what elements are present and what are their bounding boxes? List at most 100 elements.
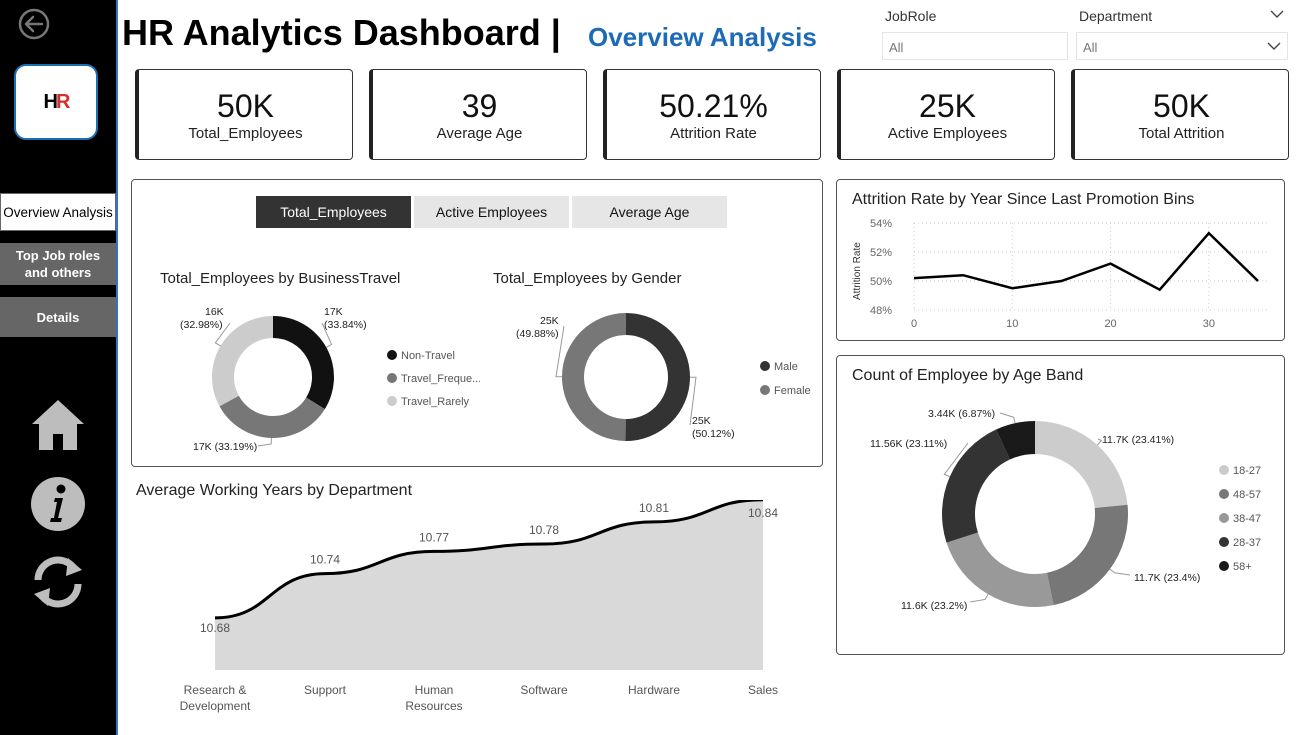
data-label: 10.68 [200,621,230,635]
chevron-down-icon[interactable] [1267,41,1281,51]
legend-swatch [1219,561,1229,571]
area-fill [215,500,763,670]
legend-label: Travel_Freque... [401,373,480,385]
tab-active-employees[interactable]: Active Employees [414,196,569,228]
legend-label: Non-Travel [401,350,455,362]
nav-top-job-roles-label: Top Job roles and others [15,248,101,280]
nav-overview-analysis[interactable]: Overview Analysis [0,193,116,231]
chevron-down-icon[interactable] [1270,9,1284,19]
leader-line [1097,438,1103,446]
data-label: (32.98%) [180,319,223,331]
leader-line [969,594,989,603]
legend-swatch [760,385,770,395]
legend-label: 58+ [1233,561,1252,573]
dashboard-root: HR Overview Analysis Top Job roles and o… [0,0,1298,735]
legend-swatch [1219,465,1229,475]
company-logo: HR [14,64,98,140]
back-arrow-icon[interactable] [17,7,51,41]
x-category-label: Research & [184,683,247,697]
business-travel-legend: Non-Travel Travel_Freque... Travel_Rarely [387,350,480,408]
x-category-label: Resources [405,699,462,713]
legend-swatch [1219,513,1229,523]
tab-label: Average Age [609,204,690,220]
donut-slice[interactable] [942,429,1010,543]
working-years-chart-title: Average Working Years by Department [136,482,413,499]
legend-swatch [760,361,770,371]
tab-average-age[interactable]: Average Age [572,196,727,228]
donut-slice[interactable] [1046,504,1128,606]
legend-label: 48-57 [1233,489,1261,501]
y-tick-label: 50% [870,276,892,288]
gender-chart-title: Total_Employees by Gender [493,270,682,287]
kpi-value: 50K [217,88,274,124]
page-title: HR Analytics Dashboard | [122,12,561,53]
data-label: 10.74 [310,553,340,567]
y-tick-label: 48% [870,305,892,317]
kpi-total-employees: 50K Total_Employees [135,69,353,160]
leader-line [999,412,1016,424]
donut-slice[interactable] [946,532,1054,607]
page-subtitle: Overview Analysis [588,22,817,52]
nav-top-job-roles[interactable]: Top Job roles and others [0,243,116,285]
refresh-icon[interactable] [28,552,88,612]
leader-line [257,437,272,447]
legend-swatch [1219,489,1229,499]
department-filter-value: All [1083,40,1098,55]
legend-swatch [387,373,397,383]
legend-label: Female [774,385,811,397]
sidebar: HR Overview Analysis Top Job roles and o… [0,0,116,735]
data-label: 11.56K (23.11%) [870,438,947,450]
x-tick-label: 20 [1104,318,1116,330]
nav-overview-analysis-label: Overview Analysis [3,204,113,220]
data-label: 17K (33.19%) [193,441,257,453]
y-tick-label: 54% [870,218,892,230]
x-category-label: Human [415,683,454,697]
kpi-value: 25K [919,88,976,124]
donut-slice[interactable] [219,395,325,438]
data-label: 10.81 [639,501,669,515]
kpi-average-age: 39 Average Age [369,69,587,160]
attrition-line-chart: 48% 50% 52% 54% 0 10 20 30 Attrition Rate [852,218,1268,330]
kpi-value: 39 [461,88,498,124]
legend-label: 38-47 [1233,513,1261,525]
x-category-label: Development [180,699,251,713]
leader-line [1109,568,1131,576]
x-category-label: Software [520,683,568,697]
legend-swatch [387,396,397,406]
data-label: (50.12%) [692,428,735,440]
kpi-label: Active Employees [887,125,1008,142]
kpi-active-employees: 25K Active Employees [837,69,1055,160]
sidebar-divider [116,0,118,735]
data-label: 10.84 [748,506,778,520]
kpi-value: 50.21% [659,88,768,124]
y-axis-label: Attrition Rate [852,242,863,300]
legend-swatch [1219,537,1229,547]
data-label: 11.7K (23.41%) [1102,434,1174,446]
data-label: (49.88%) [516,328,559,340]
tab-label: Total_Employees [280,204,387,220]
info-icon[interactable] [28,474,88,534]
jobrole-filter-dropdown[interactable]: All [882,32,1068,60]
kpi-label: Total Attrition [1138,125,1225,142]
nav-details[interactable]: Details [0,297,116,337]
x-tick-label: 10 [1006,318,1018,330]
jobrole-filter-label: JobRole [885,8,937,24]
gender-legend: Male Female [760,361,811,397]
data-label: (33.84%) [324,319,367,331]
kpi-label: Attrition Rate [670,125,757,142]
department-filter-dropdown[interactable]: All [1076,32,1288,60]
tab-total-employees[interactable]: Total_Employees [256,196,411,228]
data-label: 25K [692,415,711,427]
jobrole-filter-value: All [889,40,904,55]
data-label: 10.78 [529,523,559,537]
kpi-total-attrition: 50K Total Attrition [1071,69,1289,160]
legend-label: 18-27 [1233,465,1261,477]
x-category-label: Hardware [628,683,680,697]
kpi-value: 50K [1153,88,1210,124]
department-filter-label: Department [1079,8,1153,24]
x-category-label: Support [304,683,347,697]
donut-slice[interactable] [561,313,626,441]
donut-slice[interactable] [625,313,690,441]
data-label: 16K [205,306,224,318]
home-icon[interactable] [28,394,88,454]
